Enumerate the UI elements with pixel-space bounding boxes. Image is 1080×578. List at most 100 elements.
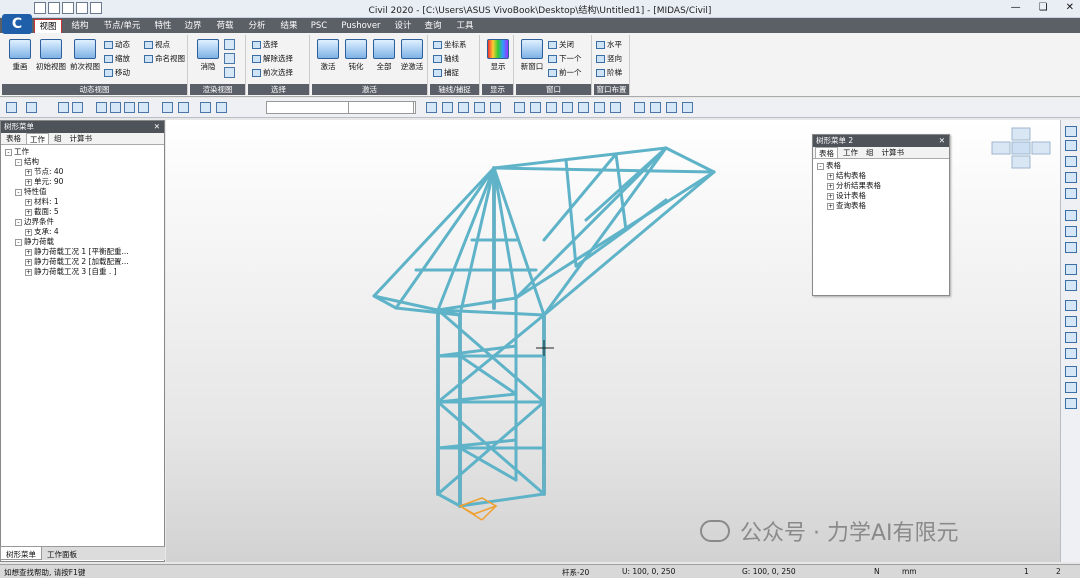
menu-tab-load[interactable]: 荷载 (212, 19, 238, 33)
move-button[interactable]: 移动 (104, 67, 130, 78)
axis-button[interactable]: 轴线 (433, 53, 459, 64)
tree-item[interactable]: + 截面: 5 (5, 207, 162, 217)
named-view-button[interactable]: 命名视图 (144, 53, 185, 64)
iso-view-icon[interactable] (1065, 264, 1077, 275)
tree-item[interactable]: - 工作 (5, 147, 162, 157)
filter-icon[interactable] (200, 102, 211, 113)
zoom-in-icon[interactable] (1065, 156, 1077, 167)
zoom-button[interactable]: 缩放 (104, 53, 130, 64)
expand-icon[interactable]: + (25, 198, 32, 206)
menu-tab-structure[interactable]: 结构 (66, 19, 94, 33)
collapse-icon[interactable]: - (5, 148, 12, 156)
zoom-fit-icon[interactable] (1065, 126, 1077, 137)
restore-icon[interactable]: ❏ (1039, 2, 1048, 13)
bottom-view-icon[interactable] (610, 102, 621, 113)
app-logo[interactable]: C (2, 14, 32, 34)
left-view-icon[interactable] (562, 102, 573, 113)
tab-work[interactable]: 工作 (840, 147, 861, 158)
tab-group[interactable]: 组 (863, 147, 877, 158)
tree-item[interactable]: - 结构 (5, 157, 162, 167)
tree-item[interactable]: - 静力荷载 (5, 237, 162, 247)
inverse-activate-button[interactable]: 逆激活 (398, 39, 426, 72)
shrink-icon[interactable] (650, 102, 661, 113)
zoom-out-icon[interactable] (138, 102, 149, 113)
tab-tables[interactable]: 表格 (815, 147, 838, 158)
element-number-icon[interactable] (442, 102, 453, 113)
prev-window-button[interactable]: 前一个 (548, 67, 582, 78)
collapse-icon[interactable]: - (15, 158, 22, 166)
initial-view-button[interactable]: 初始视图 (34, 39, 68, 72)
render-options-icon[interactable] (224, 67, 235, 78)
pan-icon[interactable] (162, 102, 173, 113)
display-button[interactable]: 显示 (484, 39, 512, 72)
menu-tab-tools[interactable]: 工具 (452, 19, 478, 33)
activate-button[interactable]: 激活 (314, 39, 342, 72)
expand-icon[interactable]: + (827, 192, 834, 200)
arrow-left-icon[interactable] (6, 102, 17, 113)
expand-icon[interactable]: + (25, 228, 32, 236)
axis-icon[interactable] (1065, 382, 1077, 393)
right-view-icon[interactable] (578, 102, 589, 113)
deselect-button[interactable]: 解除选择 (252, 53, 293, 64)
rotate-icon[interactable] (1065, 226, 1077, 237)
group-dropdown[interactable] (348, 101, 414, 114)
list-item[interactable]: + 查询表格 (817, 201, 947, 211)
tree-item[interactable]: + 单元: 90 (5, 177, 162, 187)
menu-tab-results[interactable]: 结果 (276, 19, 302, 33)
collapse-icon[interactable]: - (15, 218, 22, 226)
tab-work[interactable]: 工作 (26, 133, 49, 144)
expand-icon[interactable]: + (25, 258, 32, 266)
perspective-icon[interactable] (1065, 398, 1077, 409)
tree-item[interactable]: + 支承: 4 (5, 227, 162, 237)
tab-tables[interactable]: 表格 (3, 133, 24, 144)
select-poly-icon[interactable] (72, 102, 83, 113)
node-number-icon[interactable] (426, 102, 437, 113)
minimize-icon[interactable]: — (1011, 2, 1021, 13)
close-window-button[interactable]: 关闭 (548, 39, 574, 50)
expand-icon[interactable]: + (25, 178, 32, 186)
list-item[interactable]: + 结构表格 (817, 171, 947, 181)
close-icon[interactable]: ✕ (154, 121, 160, 133)
back-view-icon[interactable] (546, 102, 557, 113)
tile-horizontal-button[interactable]: 水平 (596, 39, 622, 50)
copy-icon[interactable] (490, 102, 501, 113)
rotate-icon[interactable] (178, 102, 189, 113)
expand-icon[interactable]: + (827, 172, 834, 180)
tile-vertical-button[interactable]: 竖向 (596, 53, 622, 64)
measure-icon[interactable] (458, 102, 469, 113)
length-unit-select[interactable]: mm (902, 567, 917, 576)
play-icon[interactable] (474, 102, 485, 113)
passivate-button[interactable]: 钝化 (342, 39, 370, 72)
page-current[interactable]: 1 (1024, 567, 1029, 576)
prev-view-button[interactable]: 前次视图 (68, 39, 102, 72)
pointer-icon[interactable] (216, 102, 227, 113)
pan-icon[interactable] (1065, 242, 1077, 253)
tree-item[interactable]: + 静力荷载工况 2 [加载配置... (5, 257, 162, 267)
tree-item[interactable]: + 节点: 40 (5, 167, 162, 177)
expand-icon[interactable]: + (25, 248, 32, 256)
render-mode-icon[interactable] (224, 39, 235, 50)
unlock-icon[interactable] (682, 102, 693, 113)
node-label-icon[interactable] (634, 102, 645, 113)
list-item[interactable]: + 分析结果表格 (817, 181, 947, 191)
tab-work-panel[interactable]: 工作面板 (42, 547, 82, 560)
view-point-button[interactable]: 视点 (144, 39, 170, 50)
cascade-button[interactable]: 阶梯 (596, 67, 622, 78)
arrow-right-icon[interactable] (26, 102, 37, 113)
zoom-window-icon[interactable] (1065, 140, 1077, 151)
expand-icon[interactable]: + (827, 202, 834, 210)
menu-tab-pushover[interactable]: Pushover (338, 19, 384, 33)
menu-tab-psc[interactable]: PSC (306, 19, 332, 33)
tree-item[interactable]: + 静力荷载工况 1 [平衡配重... (5, 247, 162, 257)
coordinate-system-button[interactable]: 坐标系 (433, 39, 467, 50)
list-item[interactable]: + 设计表格 (817, 191, 947, 201)
top-view-icon[interactable] (594, 102, 605, 113)
prev-select-button[interactable]: 前次选择 (252, 67, 293, 78)
tree-item[interactable]: - 边界条件 (5, 217, 162, 227)
front-view-icon[interactable] (530, 102, 541, 113)
zoom-fit-icon[interactable] (96, 102, 107, 113)
zoom-in-icon[interactable] (124, 102, 135, 113)
back-view-icon[interactable] (1065, 300, 1077, 311)
zoom-all-icon[interactable] (1065, 188, 1077, 199)
hide-button[interactable]: 消隐 (194, 39, 222, 72)
